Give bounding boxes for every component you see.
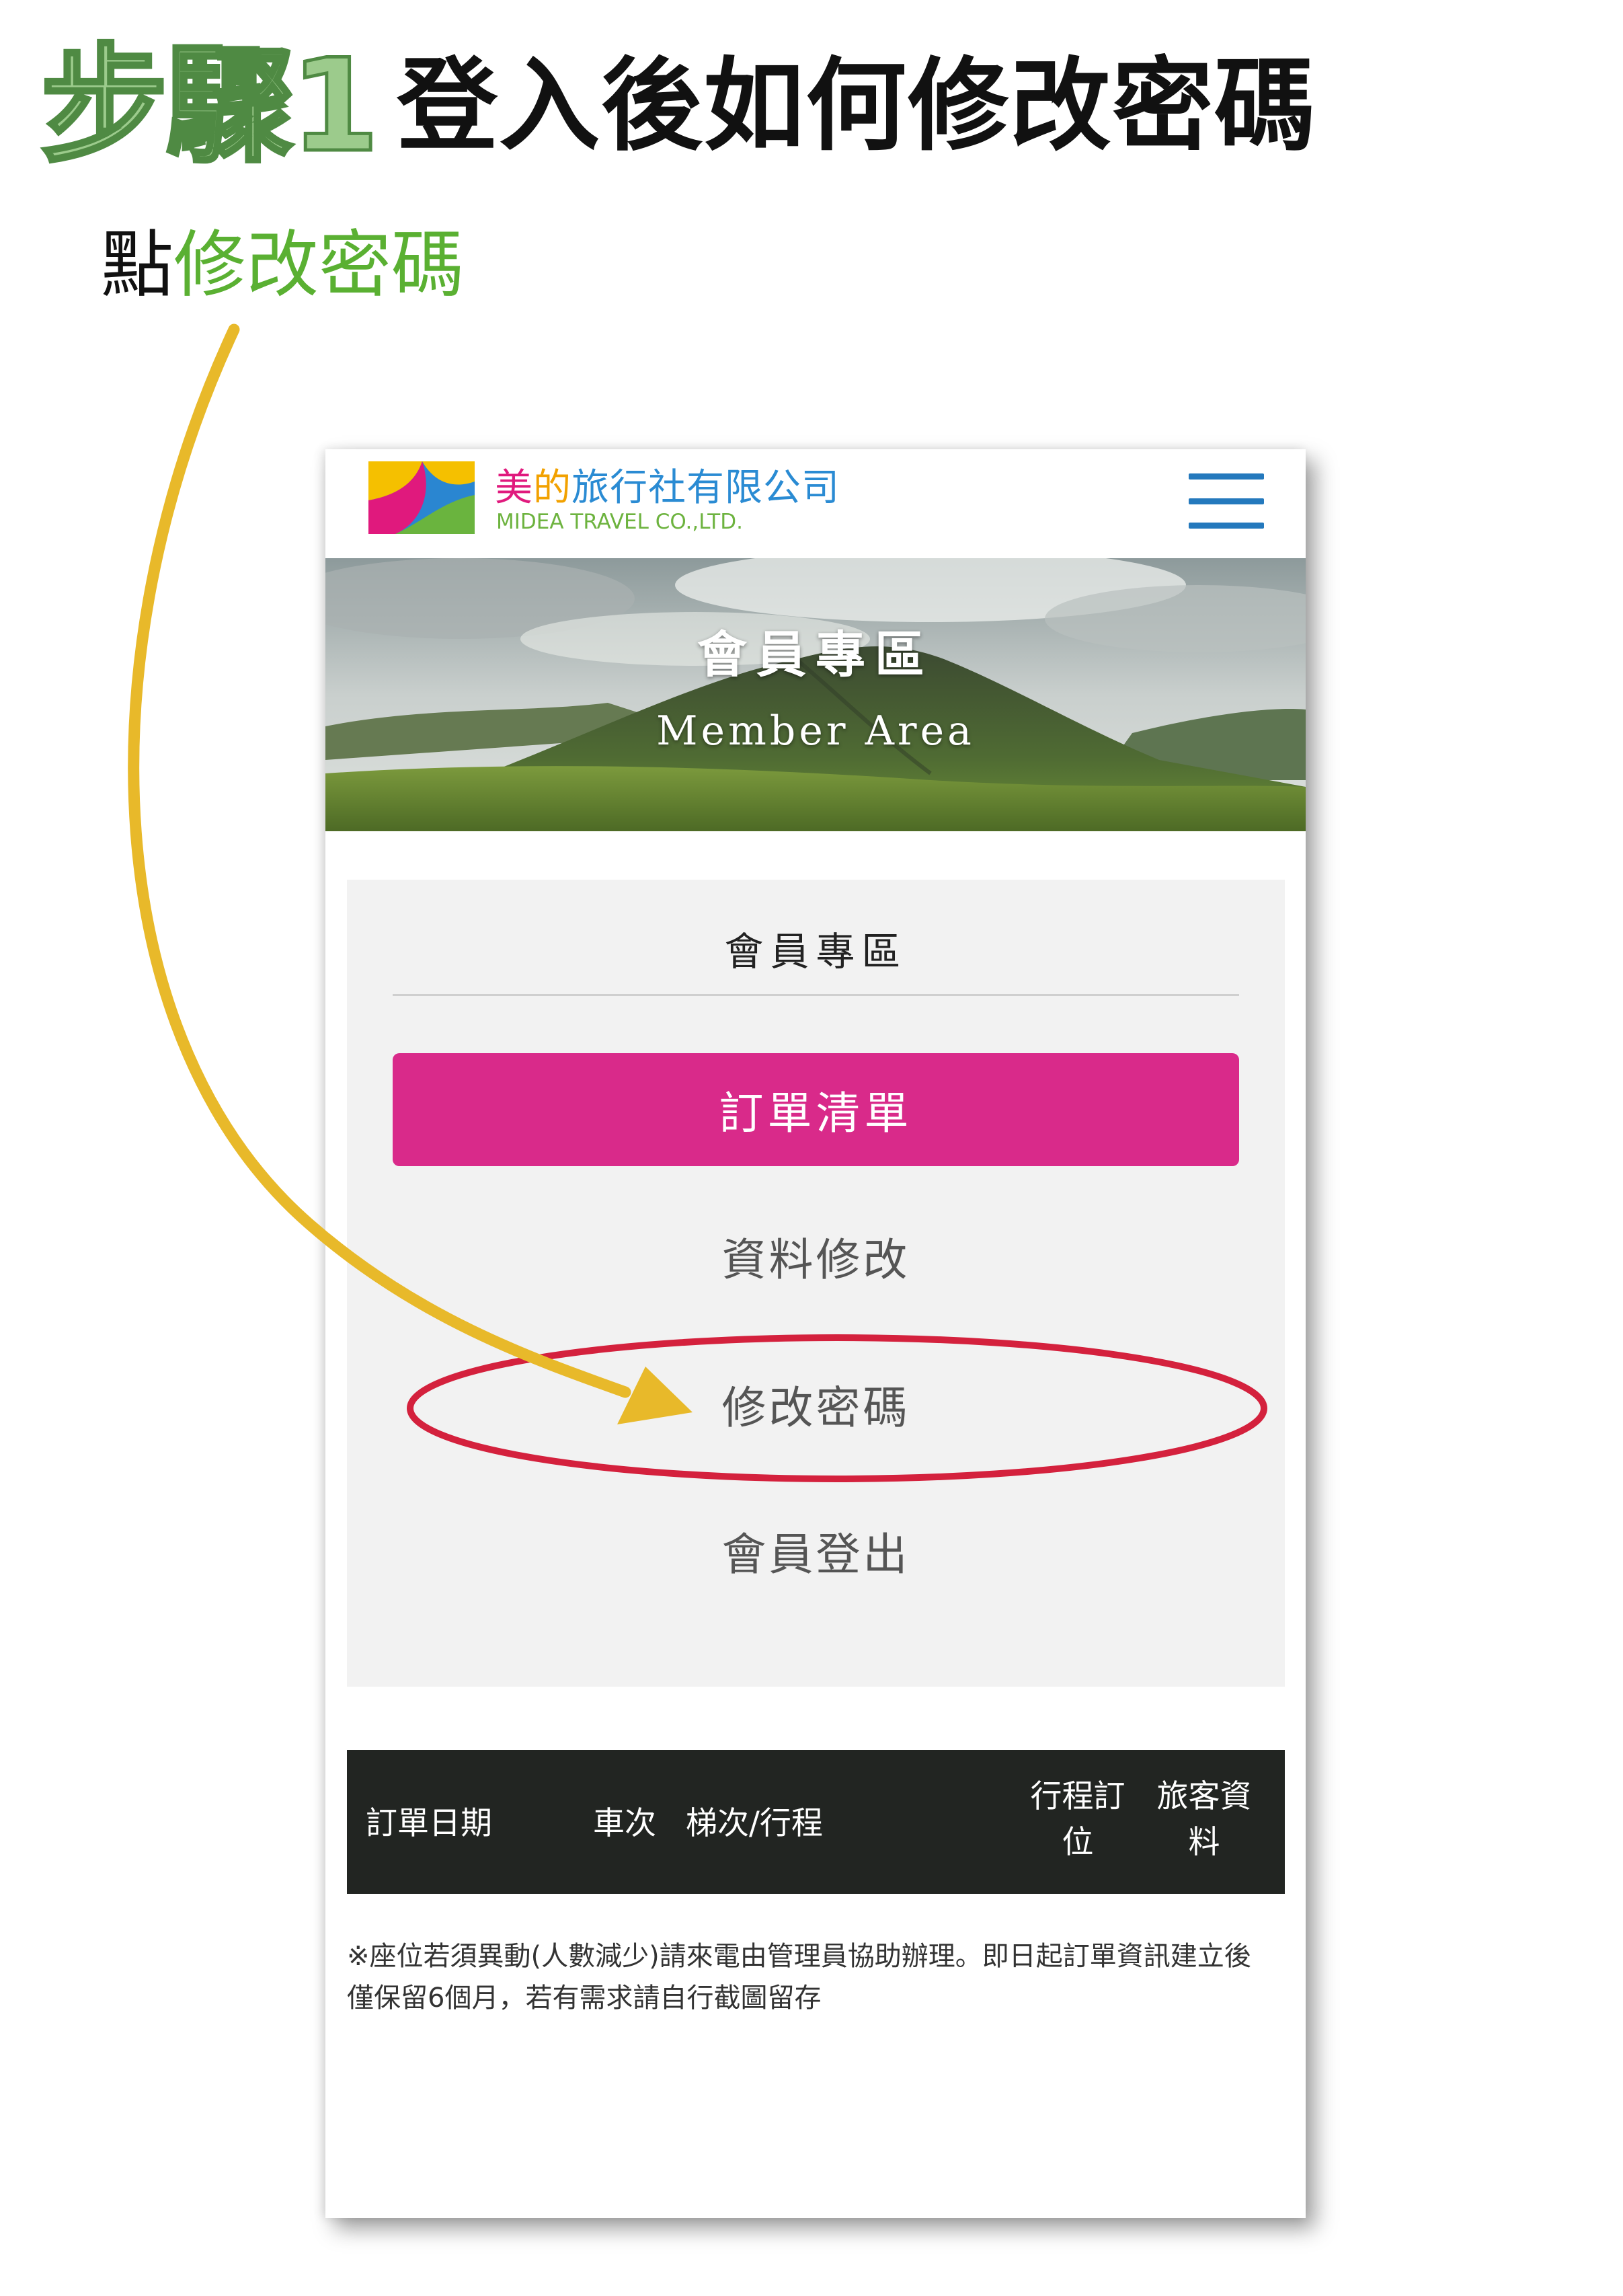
pointer-arrow-line	[128, 323, 631, 1398]
annotation-overlay	[128, 323, 1267, 1482]
